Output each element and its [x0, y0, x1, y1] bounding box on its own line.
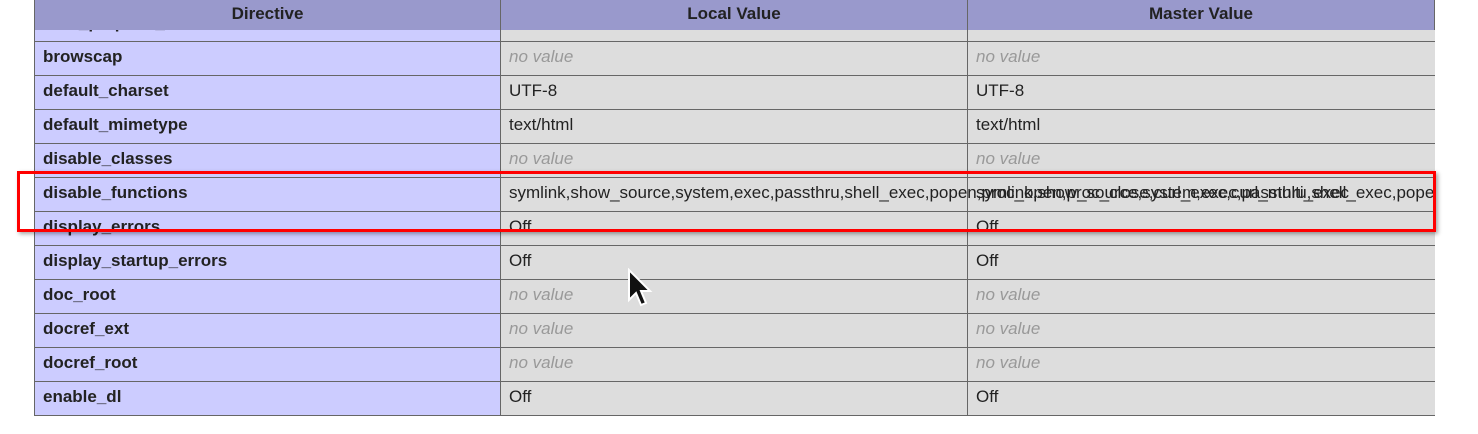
directive-cell: enable_dl — [34, 381, 501, 416]
local-value-cell: no value — [500, 279, 968, 314]
local-value-cell: Off — [500, 245, 968, 280]
local-value-cell: text/html — [500, 109, 968, 144]
table-row: docref_ext no value no value — [34, 313, 1435, 348]
local-value-cell: no value — [500, 143, 968, 178]
local-value-cell: Off — [500, 211, 968, 246]
table-row: disable_functions symlink,show_source,sys… — [34, 177, 1435, 212]
table-row: doc_root no value no value — [34, 279, 1435, 314]
directive-cell: disable_classes — [34, 143, 501, 178]
local-value-cell: no value — [500, 347, 968, 382]
master-value-cell: UTF-8 — [967, 75, 1435, 110]
master-value-cell: no value — [967, 41, 1435, 76]
local-value-cell: Off — [500, 381, 968, 416]
master-value-cell — [967, 30, 1435, 42]
master-value-cell: Off — [967, 245, 1435, 280]
master-value-cell: symlink,show_source,system,exec,passthru… — [967, 177, 1435, 212]
table-row: enable_dl Off Off — [34, 381, 1435, 416]
directive-cell: browscap — [34, 41, 501, 76]
table-row: display_errors Off Off — [34, 211, 1435, 246]
header-local-value: Local Value — [501, 0, 968, 30]
directive-cell: default_charset — [34, 75, 501, 110]
master-value-cell: no value — [967, 347, 1435, 382]
table-row: browscap no value no value — [34, 41, 1435, 76]
directive-cell: default_mimetype — [34, 109, 501, 144]
directive-cell: auto_prepend_file — [34, 30, 501, 42]
config-table: auto_prepend_filebrowscapno valueno valu… — [34, 30, 1435, 416]
local-value-cell: UTF-8 — [500, 75, 968, 110]
config-table-viewport: auto_prepend_filebrowscapno valueno valu… — [34, 30, 1435, 434]
directive-cell: docref_ext — [34, 313, 501, 348]
table-row: default_mimetype text/html text/html — [34, 109, 1435, 144]
local-value-cell: symlink,show_source,system,exec,passthru… — [500, 177, 1349, 212]
directive-cell: docref_root — [34, 347, 501, 382]
master-value-cell: no value — [967, 313, 1435, 348]
table-row: docref_root no value no value — [34, 347, 1435, 382]
directive-cell: doc_root — [34, 279, 501, 314]
table-row: auto_prepend_file — [34, 30, 1435, 42]
master-value-cell: Off — [967, 381, 1435, 416]
master-value-cell: Off — [967, 211, 1435, 246]
table-row: display_startup_errors Off Off — [34, 245, 1435, 280]
master-value-cell: text/html — [967, 109, 1435, 144]
local-value-cell: no value — [500, 41, 968, 76]
table-row: disable_classes no value no value — [34, 143, 1435, 178]
directive-cell: display_errors — [34, 211, 501, 246]
local-value-cell: no value — [500, 313, 968, 348]
header-directive: Directive — [35, 0, 501, 30]
header-master-value: Master Value — [1149, 4, 1253, 23]
table-row: default_charset UTF-8 UTF-8 — [34, 75, 1435, 110]
master-value-cell: no value — [967, 279, 1435, 314]
directive-cell: disable_functions — [34, 177, 501, 212]
mouse-pointer-icon — [628, 268, 653, 307]
table-header: Directive Local Value Master Value — [34, 0, 1435, 30]
master-value-cell: no value — [967, 143, 1435, 178]
local-value-cell — [500, 30, 968, 42]
directive-cell: display_startup_errors — [34, 245, 501, 280]
